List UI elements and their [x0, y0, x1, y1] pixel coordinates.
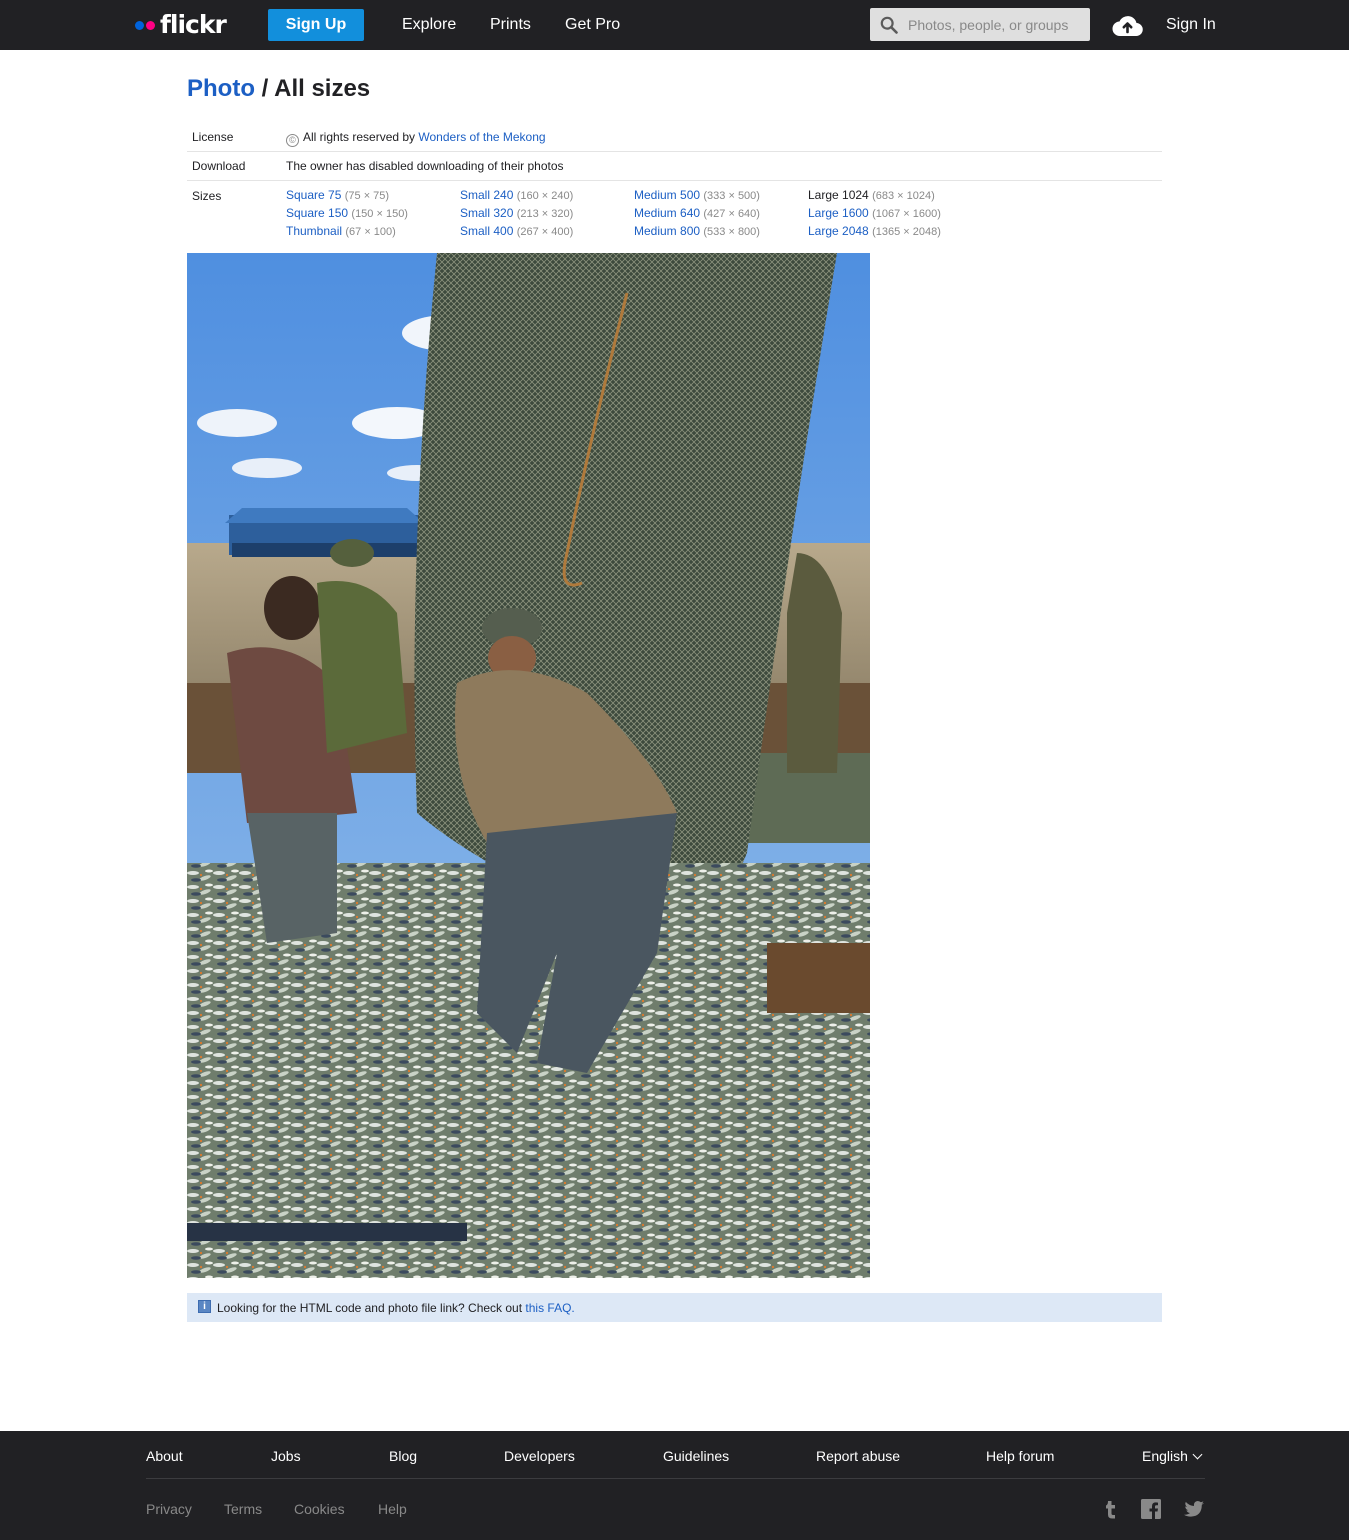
size-name[interactable]: Small 320 — [460, 206, 513, 220]
nav-prints[interactable]: Prints — [490, 15, 531, 35]
logo-blue-dot — [135, 20, 144, 30]
size-name[interactable]: Thumbnail — [286, 224, 342, 238]
footer-help-forum[interactable]: Help forum — [986, 1448, 1054, 1464]
faq-notice: i Looking for the HTML code and photo fi… — [187, 1293, 1162, 1322]
breadcrumb-separator: / — [254, 75, 275, 102]
top-navigation-bar: flickr Sign Up Explore Prints Get Pro Si… — [0, 0, 1349, 50]
chevron-down-icon — [1192, 1449, 1203, 1460]
tumblr-icon[interactable] — [1100, 1498, 1122, 1520]
license-text: All rights reserved by — [303, 130, 419, 144]
size-dimensions: (267 × 400) — [516, 226, 574, 238]
page-title: Photo / All sizes — [187, 74, 370, 104]
search-box — [870, 8, 1090, 41]
size-option[interactable]: Medium 640 (427 × 640) — [634, 204, 808, 222]
size-dimensions: (333 × 500) — [703, 190, 760, 202]
copyright-icon: © — [286, 134, 299, 147]
size-dimensions: (683 × 1024) — [872, 190, 935, 202]
size-name: Large 1024 — [808, 188, 869, 202]
footer: About Jobs Blog Developers Guidelines Re… — [0, 1431, 1349, 1540]
download-value: The owner has disabled downloading of th… — [286, 159, 564, 173]
faq-link[interactable]: this FAQ. — [525, 1301, 574, 1315]
footer-help[interactable]: Help — [378, 1501, 407, 1517]
language-label: English — [1142, 1448, 1188, 1464]
footer-report-abuse[interactable]: Report abuse — [816, 1448, 900, 1464]
footer-blog[interactable]: Blog — [389, 1448, 417, 1464]
size-name[interactable]: Small 400 — [460, 224, 513, 238]
size-column: Square 75 (75 × 75) Square 150 (150 × 150… — [286, 186, 460, 240]
size-name[interactable]: Large 1600 — [808, 206, 869, 220]
info-icon: i — [198, 1300, 211, 1313]
size-option[interactable]: Small 240 (160 × 240) — [460, 186, 634, 204]
license-label: License — [192, 130, 234, 144]
size-name[interactable]: Medium 640 — [634, 206, 700, 220]
size-dimensions: (75 × 75) — [344, 190, 390, 202]
sizes-label: Sizes — [192, 189, 222, 203]
footer-cookies[interactable]: Cookies — [294, 1501, 345, 1517]
sizes-row: Sizes Square 75 (75 × 75) Square 150 (150… — [187, 181, 1162, 251]
nav-explore[interactable]: Explore — [402, 15, 456, 35]
search-icon[interactable] — [880, 16, 898, 34]
size-option[interactable]: Small 320 (213 × 320) — [460, 204, 634, 222]
breadcrumb-current: All sizes — [274, 75, 371, 102]
sign-in-link[interactable]: Sign In — [1166, 15, 1216, 35]
cloud-upload-icon[interactable] — [1112, 12, 1143, 38]
size-dimensions: (427 × 640) — [703, 208, 760, 220]
size-name[interactable]: Large 2048 — [808, 224, 869, 238]
size-dimensions: (1365 × 2048) — [872, 226, 941, 238]
footer-guidelines[interactable]: Guidelines — [663, 1448, 729, 1464]
size-name[interactable]: Square 150 — [286, 206, 348, 220]
photo-info-table: License © All rights reserved by Wonders … — [187, 123, 1162, 251]
size-dimensions: (150 × 150) — [351, 208, 408, 220]
size-dimensions: (1067 × 1600) — [872, 208, 941, 220]
facebook-icon[interactable] — [1140, 1498, 1162, 1520]
footer-about[interactable]: About — [146, 1448, 183, 1464]
download-label: Download — [192, 159, 246, 173]
size-dimensions: (67 × 100) — [345, 226, 396, 238]
size-column: Small 240 (160 × 240) Small 320 (213 × 32… — [460, 186, 634, 240]
size-column: Large 1024 (683 × 1024) Large 1600 (1067 … — [808, 186, 982, 240]
language-selector[interactable]: English — [1142, 1448, 1203, 1464]
size-option[interactable]: Thumbnail (67 × 100) — [286, 222, 460, 240]
size-name[interactable]: Medium 800 — [634, 224, 700, 238]
flickr-logo[interactable]: flickr — [135, 10, 227, 40]
faq-message: Looking for the HTML code and photo file… — [217, 1301, 526, 1315]
footer-privacy[interactable]: Privacy — [146, 1501, 192, 1517]
owner-link[interactable]: Wonders of the Mekong — [418, 130, 545, 144]
size-dimensions: (213 × 320) — [516, 208, 574, 220]
breadcrumb-photo-link[interactable]: Photo — [187, 75, 255, 102]
faq-text: Looking for the HTML code and photo file… — [217, 1301, 575, 1315]
nav-get-pro[interactable]: Get Pro — [565, 15, 620, 35]
logo-wordmark: flickr — [160, 10, 227, 39]
size-option[interactable]: Square 150 (150 × 150) — [286, 204, 460, 222]
size-name[interactable]: Small 240 — [460, 188, 513, 202]
size-option[interactable]: Small 400 (267 × 400) — [460, 222, 634, 240]
footer-developers[interactable]: Developers — [504, 1448, 575, 1464]
size-option[interactable]: Large 2048 (1365 × 2048) — [808, 222, 982, 240]
size-name[interactable]: Square 75 — [286, 188, 341, 202]
sign-up-button[interactable]: Sign Up — [268, 9, 364, 41]
footer-jobs[interactable]: Jobs — [271, 1448, 301, 1464]
size-option[interactable]: Large 1600 (1067 × 1600) — [808, 204, 982, 222]
license-value: © All rights reserved by Wonders of the M… — [286, 130, 546, 147]
size-option[interactable]: Square 75 (75 × 75) — [286, 186, 460, 204]
footer-divider — [146, 1478, 1205, 1479]
photo-image[interactable] — [187, 253, 870, 1278]
size-option[interactable]: Medium 500 (333 × 500) — [634, 186, 808, 204]
size-option: Large 1024 (683 × 1024) — [808, 186, 982, 204]
logo-pink-dot — [146, 20, 155, 30]
size-option[interactable]: Medium 800 (533 × 800) — [634, 222, 808, 240]
size-dimensions: (160 × 240) — [516, 190, 574, 202]
size-dimensions: (533 × 800) — [703, 226, 760, 238]
size-column: Medium 500 (333 × 500) Medium 640 (427 × … — [634, 186, 808, 240]
footer-terms[interactable]: Terms — [224, 1501, 262, 1517]
search-input[interactable] — [908, 8, 1084, 41]
license-row: License © All rights reserved by Wonders … — [187, 123, 1162, 152]
download-row: Download The owner has disabled download… — [187, 152, 1162, 181]
size-name[interactable]: Medium 500 — [634, 188, 700, 202]
twitter-icon[interactable] — [1183, 1498, 1205, 1520]
